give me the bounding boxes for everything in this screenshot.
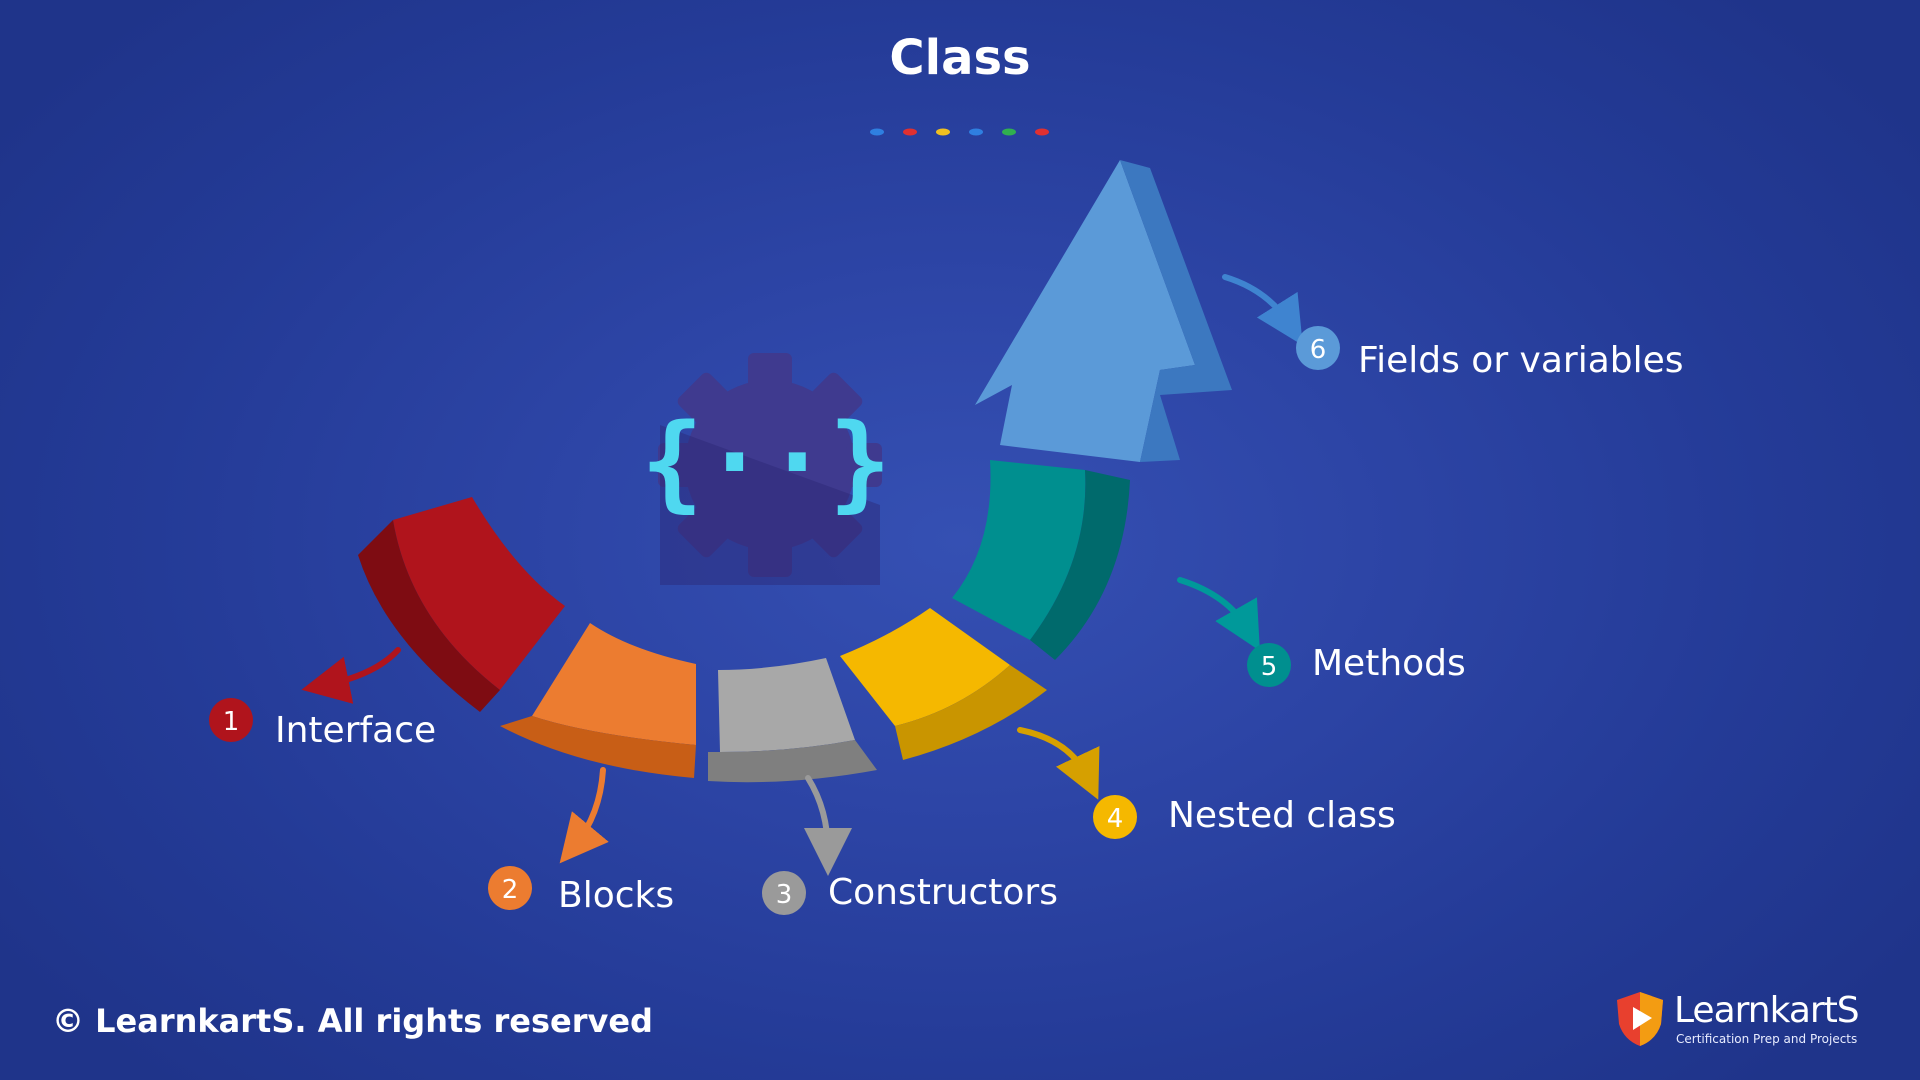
title-dot <box>969 128 983 136</box>
shield-play-logo-icon <box>1617 992 1663 1046</box>
badge-number: 5 <box>1261 652 1278 682</box>
brand-name: LearnkartS <box>1674 990 1860 1031</box>
pointer-arrow-blocks <box>559 767 609 864</box>
label-constructors: Constructors <box>828 872 1058 913</box>
brand-tagline: Certification Prep and Projects <box>1676 1032 1858 1046</box>
pointer-arrow-interface <box>301 647 401 704</box>
badge-interface: 1 <box>209 698 253 742</box>
label-interface: Interface <box>275 710 437 751</box>
pointer-arrow-constructors <box>803 775 852 876</box>
arc-segment-interface <box>358 497 565 712</box>
label-methods: Methods <box>1312 643 1466 684</box>
pointer-arrow-nested-class <box>1017 727 1100 800</box>
label-nested-class: Nested class <box>1168 795 1396 836</box>
title-dots <box>870 128 1049 136</box>
badge-methods: 5 <box>1247 643 1291 687</box>
pointer-arrow-methods <box>1177 577 1260 651</box>
title-dot <box>903 128 917 136</box>
class-diagram: {··} 1 2 3 4 5 6 <box>209 128 1340 915</box>
arc-segment-fields-arrow <box>975 160 1232 462</box>
title-dot <box>870 128 884 136</box>
badge-constructors: 3 <box>762 871 806 915</box>
badge-number: 2 <box>502 875 519 905</box>
arc-segment-methods <box>952 460 1130 660</box>
badge-number: 3 <box>776 880 793 910</box>
badge-number: 6 <box>1310 335 1327 365</box>
badge-number: 4 <box>1107 804 1124 834</box>
title-dot <box>1035 128 1049 136</box>
title-dot <box>1002 128 1016 136</box>
title-dot <box>936 128 950 136</box>
gear-braces-icon: {··} <box>641 353 891 585</box>
label-fields: Fields or variables <box>1358 340 1684 381</box>
pointer-arrow-fields <box>1222 274 1303 346</box>
badge-nested-class: 4 <box>1093 795 1137 839</box>
badge-blocks: 2 <box>488 866 532 910</box>
badge-fields: 6 <box>1296 326 1340 370</box>
label-blocks: Blocks <box>558 875 675 916</box>
arc-segment-constructors <box>708 658 877 783</box>
copyright-notice: © LearnkartS. All rights reserved <box>52 1002 653 1040</box>
brand-logo: LearnkartS Certification Prep and Projec… <box>1614 990 1864 1050</box>
svg-text:{··}: {··} <box>641 401 891 523</box>
badge-number: 1 <box>223 707 240 737</box>
